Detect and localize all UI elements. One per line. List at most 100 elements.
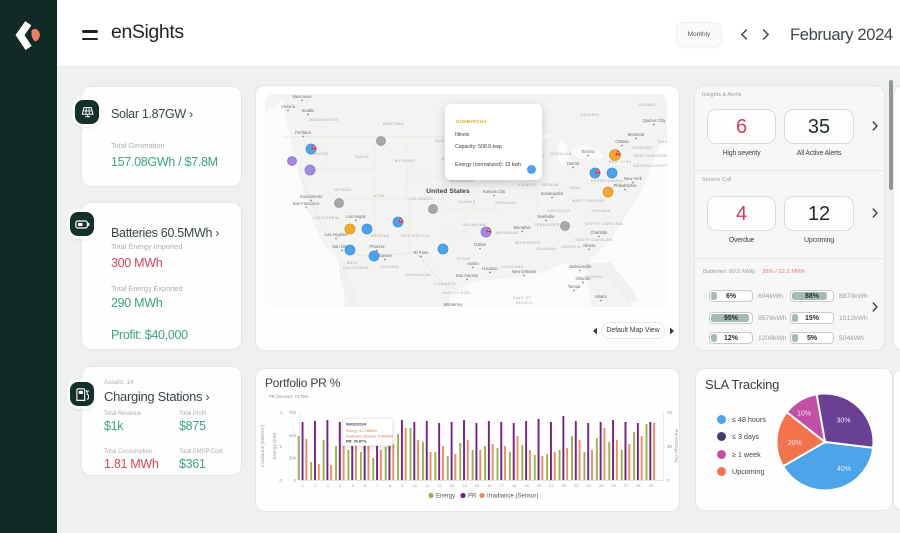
svg-text:45: 45 [667,410,673,415]
svg-text:CALIFORNIA: CALIFORNIA [313,216,339,220]
svg-text:New Orleans: New Orleans [512,269,536,274]
svg-text:Kansas City: Kansas City [483,189,506,194]
svg-text:0: 0 [293,478,296,483]
svg-text:8: 8 [389,483,392,488]
svg-text:Irradiance (Sensor): Irradiance (Sensor) [487,494,538,500]
svg-text:ONTARIO: ONTARIO [581,113,600,117]
svg-text:Atlanta: Atlanta [582,243,596,248]
svg-text:Los Angeles: Los Angeles [325,232,348,237]
svg-text:12: 12 [437,483,442,488]
svg-text:OHIO: OHIO [570,186,581,190]
svg-text:ALABAMA: ALABAMA [536,247,556,251]
svg-text:KENTUCKY: KENTUCKY [548,209,571,213]
svg-text:GEORGIA: GEORGIA [561,245,581,249]
svg-text:0: 0 [667,478,670,483]
svg-text:6: 6 [364,483,367,488]
svg-text:NEW MEXICO: NEW MEXICO [401,234,429,238]
svg-text:Toronto: Toronto [581,149,596,154]
svg-text:PR (Sensor): 74.79%: PR (Sensor): 74.79% [269,394,309,399]
svg-text:29: 29 [649,483,654,488]
svg-text:UTAH: UTAH [373,194,384,198]
svg-text:Las Vegas: Las Vegas [346,214,366,219]
svg-text:VERMONT: VERMONT [632,146,653,150]
svg-text:Tampa: Tampa [568,284,581,289]
svg-text:KANSAS: KANSAS [458,200,475,204]
svg-text:MISSISSIPPI: MISSISSIPPI [515,241,541,245]
svg-text:San Francisco: San Francisco [293,201,320,206]
svg-text:Quebec City: Quebec City [642,118,666,123]
svg-text:10%: 10% [797,410,811,417]
svg-text:27: 27 [624,483,629,488]
svg-text:Indianapolis: Indianapolis [541,191,563,196]
svg-text:MEXICO: MEXICO [516,301,533,305]
svg-text:Memphis: Memphis [514,225,531,230]
svg-text:GULF OF: GULF OF [513,296,532,300]
svg-text:SONORA: SONORA [381,265,399,269]
svg-text:11: 11 [425,483,430,488]
svg-text:2: 2 [314,483,317,488]
svg-text:10: 10 [413,483,418,488]
svg-text:13: 13 [450,483,455,488]
svg-text:20%: 20% [788,440,802,447]
svg-text:14: 14 [462,483,467,488]
svg-text:4: 4 [339,483,342,488]
svg-text:CALIFORNIA: CALIFORNIA [343,266,369,270]
svg-text:19: 19 [524,483,529,488]
svg-text:17: 17 [499,483,504,488]
svg-text:MISSOURI: MISSOURI [495,201,516,205]
svg-text:Monterrey: Monterrey [444,302,464,307]
svg-text:40%: 40% [837,466,851,473]
svg-text:Montreal: Montreal [628,132,644,137]
svg-text:Vancouver: Vancouver [292,94,312,99]
svg-text:30: 30 [667,444,673,449]
svg-text:Portland: Portland [295,130,311,135]
svg-text:United States: United States [426,188,470,195]
svg-text:New York: New York [624,176,643,181]
svg-text:Jacksonville: Jacksonville [569,264,592,269]
svg-text:ILLINOIS: ILLINOIS [518,183,536,187]
svg-text:NORTH CAROLINA: NORTH CAROLINA [585,222,623,226]
svg-text:BAJA: BAJA [347,261,358,265]
svg-text:26: 26 [611,483,616,488]
svg-text:ARIZONA: ARIZONA [371,234,390,238]
svg-text:NUEVO LEON: NUEVO LEON [442,291,470,295]
svg-text:Percentage (%): Percentage (%) [673,429,679,463]
svg-text:Charlotte: Charlotte [591,230,609,235]
svg-text:TENNESSEE: TENNESSEE [534,223,560,227]
svg-text:5: 5 [352,483,355,488]
svg-text:NEW YORK: NEW YORK [609,160,632,164]
svg-text:IDAHO: IDAHO [355,155,368,159]
svg-text:PR: 90.87%: PR: 90.87% [346,440,367,444]
svg-text:PR: PR [468,494,477,500]
svg-text:MONTANA: MONTANA [383,122,404,126]
svg-text:Nashville: Nashville [538,214,556,219]
svg-text:Dallas: Dallas [474,242,486,247]
svg-text:Tucson: Tucson [378,253,392,258]
svg-text:NEVADA: NEVADA [335,188,352,192]
svg-text:23: 23 [574,483,579,488]
svg-text:Phoenix: Phoenix [369,244,385,249]
svg-text:22: 22 [562,483,567,488]
svg-text:OKLAHOMA: OKLAHOMA [462,223,486,227]
svg-text:18: 18 [512,483,517,488]
svg-text:15: 15 [475,483,480,488]
svg-text:20k: 20k [289,456,297,461]
svg-text:El Paso: El Paso [414,250,429,255]
svg-text:Austin: Austin [467,261,479,266]
svg-text:MAINE: MAINE [658,140,667,144]
svg-text:WASHINGTON: WASHINGTON [310,118,339,122]
svg-text:25: 25 [599,483,604,488]
svg-text:70k: 70k [289,410,297,415]
svg-text:0: 0 [279,478,282,483]
svg-text:21: 21 [549,483,554,488]
svg-text:20: 20 [537,483,542,488]
svg-text:CHIHUAHUA: CHIHUAHUA [405,273,430,277]
svg-text:QUEBEC: QUEBEC [639,103,657,107]
svg-text:7: 7 [376,483,379,488]
svg-text:INDIANA: INDIANA [541,183,559,187]
svg-text:Irradiance (kWh/m²): Irradiance (kWh/m²) [260,424,266,467]
svg-text:Sacramento: Sacramento [300,194,323,199]
svg-text:Energy: Energy [436,494,455,500]
svg-text:Energy (kW): Energy (kW) [272,432,278,459]
svg-text:Detroit: Detroit [567,161,580,166]
